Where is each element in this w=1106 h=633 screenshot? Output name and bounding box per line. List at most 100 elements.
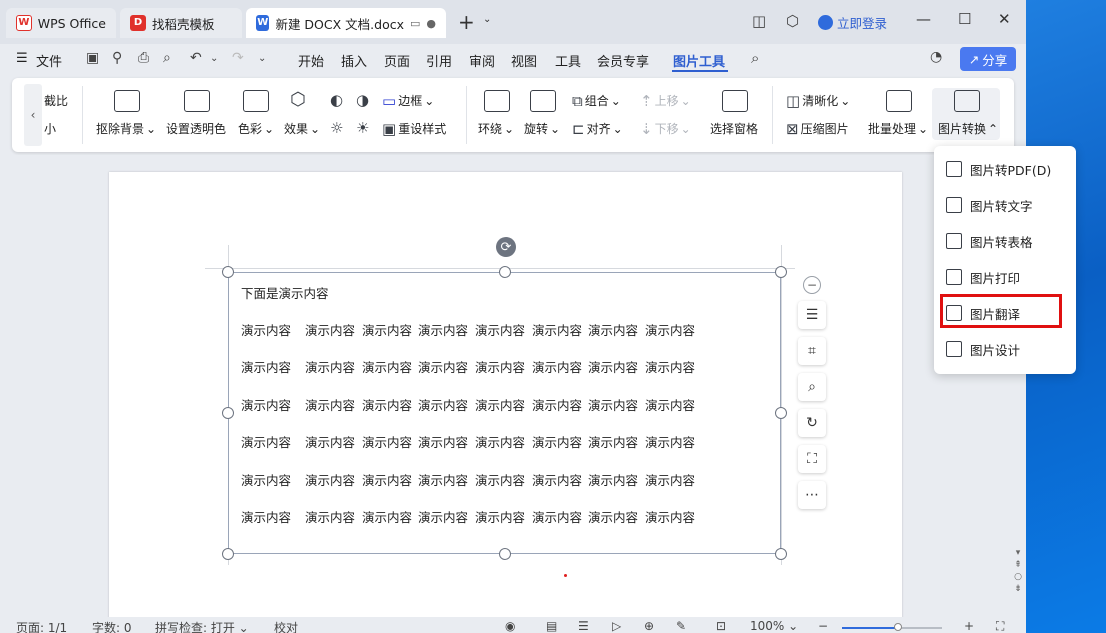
print-preview-icon[interactable]: ⌕ [163,50,171,66]
rotate-button[interactable]: 旋转 ⌄ [524,120,560,137]
next-page-icon[interactable]: ⇟ [1014,584,1022,594]
reset-style-button[interactable]: ▣ 重设样式 [382,120,446,137]
set-transparent-button[interactable]: 设置透明色 [166,120,226,137]
crop-ratio-label[interactable]: 截比 [44,92,68,109]
menu-review[interactable]: 审阅 [469,51,495,70]
selection-pane-button[interactable]: 选择窗格 [710,120,758,137]
tab-current-document[interactable]: W 新建 DOCX 文档.docx ▭ ● [246,8,446,38]
zoom-level[interactable]: 100% ⌄ [750,619,798,633]
more-icon[interactable]: ⋯ [798,481,826,509]
sidebar-toggle-icon[interactable]: ◫ [752,12,766,30]
zoom-icon[interactable]: ⌕ [798,373,826,401]
contrast-icon[interactable]: ◑ [356,92,369,108]
resize-handle[interactable] [499,266,511,278]
image-text-cell: 演示内容 [241,360,292,375]
move-up-button[interactable]: ⇡ 上移 ⌄ [640,92,691,109]
resize-handle[interactable] [775,407,787,419]
eye-icon[interactable]: ◉ [505,619,515,633]
select-browse-icon[interactable]: ○ [1014,572,1022,582]
resize-handle[interactable] [499,548,511,560]
close-icon[interactable]: ✕ [998,10,1011,28]
scroll-down-icon[interactable]: ▾ [1016,548,1021,558]
menu-tools[interactable]: 工具 [555,51,581,70]
resize-handle[interactable] [775,548,787,560]
color-button[interactable]: 色彩 ⌄ [238,120,274,137]
ribbon-scroll-left-button[interactable]: ‹ [24,84,42,146]
outline-view-icon[interactable]: ☰ [578,619,589,633]
save-icon[interactable]: ▣ [86,50,99,66]
resize-handle[interactable] [222,407,234,419]
share-button[interactable]: ↗ 分享 [960,47,1016,71]
wrap-button[interactable]: 环绕 ⌄ [478,120,514,137]
redo-icon[interactable]: ↷ [232,50,244,66]
page-view-icon[interactable]: ▤ [546,619,557,633]
wrap-text-icon[interactable]: ☰ [798,301,826,329]
move-down-button[interactable]: ⇣ 下移 ⌄ [640,120,691,137]
tab-wps-office[interactable]: W WPS Office [6,8,116,38]
rotate-handle-icon[interactable]: ⟳ [496,237,516,257]
zoom-slider-knob[interactable] [894,623,902,631]
collapse-tools-icon[interactable]: − [803,276,821,294]
login-button[interactable]: 立即登录 [818,13,887,32]
page-count[interactable]: 页面: 1/1 [16,619,67,633]
brightness-up-icon[interactable]: ☼ [330,120,343,136]
pen-icon[interactable]: ✎ [676,619,686,633]
menu-page[interactable]: 页面 [384,51,410,70]
brightness-down-icon[interactable]: ☀ [356,120,369,136]
menu-item-image-to-pdf[interactable]: 图片转PDF(D) [946,156,1051,182]
resize-handle[interactable] [222,266,234,278]
effects-button[interactable]: 效果 ⌄ [284,120,320,137]
align-button[interactable]: ⊏ 对齐 ⌄ [572,120,623,137]
border-button[interactable]: ▭ 边框 ⌄ [382,92,434,109]
new-tab-button[interactable]: + [458,12,475,32]
zoom-out-icon[interactable]: − [818,619,828,633]
crop-icon[interactable]: ⌗ [798,337,826,365]
word-count[interactable]: 字数: 0 [92,619,132,633]
remove-background-button[interactable]: 抠除背景 ⌄ [96,120,156,137]
fullscreen-icon[interactable]: ⛶ [996,619,1004,633]
group-button[interactable]: ⧉ 组合 ⌄ [572,92,621,109]
fit-page-icon[interactable]: ⊡ [716,619,726,633]
menu-reference[interactable]: 引用 [426,51,452,70]
menu-picture-tools[interactable]: 图片工具 [673,51,725,70]
menu-view[interactable]: 视图 [511,51,537,70]
chevron-down-icon[interactable]: ⌄ [483,14,491,25]
resize-handle[interactable] [775,266,787,278]
rotate-image-icon[interactable]: ↻ [798,409,826,437]
spellcheck-status[interactable]: 拼写检查: 打开 ⌄ [155,619,249,633]
maximize-icon[interactable]: ☐ [958,10,971,28]
tab-docer-templates[interactable]: D 找稻壳模板 [120,8,242,38]
hamburger-icon[interactable]: ☰ [16,51,28,66]
menu-start[interactable]: 开始 [298,51,324,70]
zoom-in-icon[interactable]: + [964,619,974,633]
play-icon[interactable]: ▷ [612,619,621,633]
link-icon[interactable]: ⚲ [112,50,122,66]
resize-handle[interactable] [222,548,234,560]
menu-file[interactable]: 文件 [36,51,62,70]
crop-size-label[interactable]: 小 [44,120,56,137]
prev-page-icon[interactable]: ⇞ [1014,560,1022,570]
proofread-button[interactable]: 校对 [274,619,298,633]
more-chevron-icon[interactable]: ⌄ [258,53,266,64]
chat-icon[interactable]: ◔ [930,49,942,65]
brightness-icon[interactable]: ◐ [330,92,343,108]
batch-process-button[interactable]: 批量处理 ⌄ [868,120,928,137]
compress-button[interactable]: ⊠ 压缩图片 [786,120,849,137]
menu-member[interactable]: 会员专享 [597,51,649,70]
cube-icon[interactable]: ⬡ [786,12,799,30]
undo-icon[interactable]: ↶ [190,50,202,66]
menu-item-image-to-text[interactable]: 图片转文字 [946,192,1033,218]
extract-text-icon[interactable]: ⛶ [798,445,826,473]
search-icon[interactable]: ⌕ [751,49,759,67]
print-icon[interactable]: ⎙ [138,50,149,66]
picture-convert-button[interactable]: 图片转换 ⌃ [938,120,998,137]
web-view-icon[interactable]: ⊕ [644,619,654,633]
menu-item-image-print[interactable]: 图片打印 [946,264,1020,290]
vertical-scroll-controls[interactable]: ▾ ⇞ ○ ⇟ [1012,548,1024,612]
menu-item-image-to-table[interactable]: 图片转表格 [946,228,1033,254]
minimize-icon[interactable]: — [916,10,931,28]
menu-item-image-design[interactable]: 图片设计 [946,336,1020,362]
undo-dropdown-icon[interactable]: ⌄ [210,53,218,64]
menu-insert[interactable]: 插入 [341,51,367,70]
sharpen-button[interactable]: ◫ 清晰化 ⌄ [786,92,850,109]
